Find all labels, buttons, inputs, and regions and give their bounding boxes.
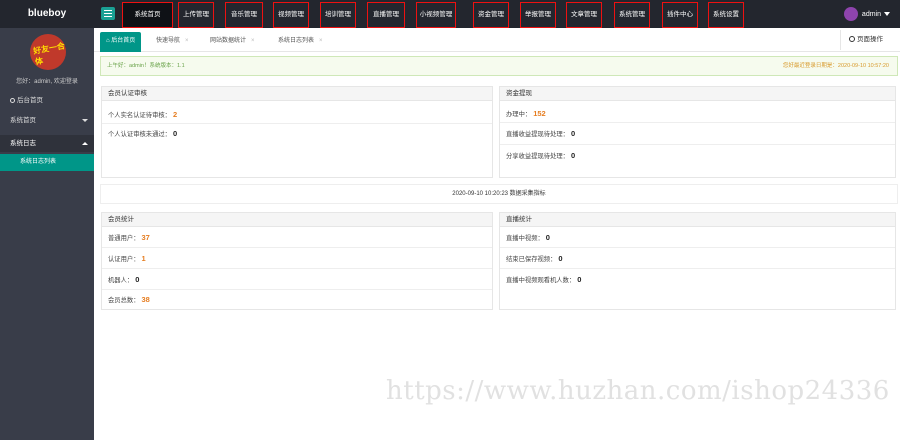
row-value: 0 — [558, 254, 563, 263]
row-value: 2 — [172, 110, 178, 119]
nav-item-system-manage[interactable]: 系统管理 — [614, 2, 650, 28]
close-icon[interactable]: × — [319, 38, 323, 44]
nav-item-system-home[interactable]: 系统首页 — [122, 2, 173, 28]
row-label: 办理中： — [506, 111, 532, 118]
row-label: 直播中视频： — [506, 235, 544, 242]
list-item: 会员总数： 38 — [102, 290, 492, 310]
menu-toggle-icon[interactable] — [101, 7, 115, 20]
row-value: 0 — [545, 233, 550, 242]
row-value: 37 — [141, 233, 150, 242]
row-value: 0 — [570, 151, 576, 160]
home-icon — [10, 97, 15, 103]
nav-item-live[interactable]: 直播管理 — [367, 2, 405, 28]
admin-dashboard: blueboy 系统首页 上传管理 音乐管理 视频管理 培训管理 直播管理 小视… — [0, 0, 900, 440]
list-item: 机器人： 0 — [102, 269, 492, 290]
row-label: 会员总数： — [108, 297, 140, 304]
chevron-down-icon — [82, 119, 88, 122]
tab-admin-home[interactable]: ⌂ 后台首页 — [100, 32, 142, 52]
list-item: 办理中： 152 — [500, 104, 895, 123]
sidebar-item-home[interactable]: 后台首页 — [0, 92, 94, 109]
circle-dot-icon — [849, 36, 855, 43]
sidebar-subitem-system-log-list[interactable]: 系统日志列表 — [0, 154, 94, 171]
panel-title: 直播统计 — [500, 213, 895, 227]
nav-item-video[interactable]: 视频管理 — [273, 2, 309, 28]
panel-member-verify: 会员认证审核 个人实名认证待审核： 2 个人认证审核未通过： 0 — [101, 86, 493, 178]
list-item: 直播收益提现待处理： 0 — [500, 123, 895, 145]
list-item: 直播中视频： 0 — [500, 227, 895, 248]
row-label: 普通用户： — [108, 235, 140, 242]
row-value: 152 — [533, 109, 546, 118]
tab-bar: ⌂ 后台首页 快速导航 × 网站数据统计 × 系统日志列表 × 页面操作 — [94, 28, 900, 52]
sidebar: 好友一合体 您好：admin, 欢迎登录 后台首页 系统首页 系统日志 系统日志… — [0, 28, 94, 440]
sidebar-item-system-log[interactable]: 系统日志 — [0, 135, 94, 152]
row-label: 结束已保存视频： — [506, 256, 557, 263]
nav-item-short-video[interactable]: 小视频管理 — [416, 2, 456, 28]
sidebar-item-label: 系统首页 — [10, 117, 36, 124]
list-item: 分享收益提现待处理： 0 — [500, 145, 895, 167]
close-icon[interactable]: × — [185, 38, 189, 44]
tab-site-stats[interactable]: 网站数据统计 × — [210, 32, 255, 52]
panel-title: 会员认证审核 — [102, 87, 492, 101]
list-item: 结束已保存视频： 0 — [500, 248, 895, 269]
brand-logo[interactable]: blueboy — [0, 0, 94, 28]
list-item: 个人认证审核未通过： 0 — [102, 124, 492, 143]
sidebar-item-system-home[interactable]: 系统首页 — [0, 112, 94, 129]
nav-item-upload[interactable]: 上传管理 — [178, 2, 214, 28]
close-icon[interactable]: × — [251, 38, 255, 44]
row-label: 直播中视频观看机人数： — [506, 277, 576, 284]
tab-label: 快速导航 — [156, 38, 181, 44]
row-value: 0 — [570, 129, 576, 138]
sidebar-item-label: 系统日志 — [10, 140, 36, 147]
tab-label: 系统日志列表 — [278, 38, 315, 44]
nav-item-music[interactable]: 音乐管理 — [225, 2, 263, 28]
chevron-up-icon — [82, 142, 88, 145]
row-value: 0 — [577, 275, 582, 284]
panel-live-stats: 直播统计 直播中视频： 0 结束已保存视频： 0 直播中视频观看机人数： 0 — [499, 212, 896, 310]
watermark: https://www.huzhan.com/ishop24336 — [386, 376, 890, 406]
greeting-text: 上午好：admin！系统版本：1.1 — [107, 63, 185, 69]
tab-quick-nav[interactable]: 快速导航 × — [156, 32, 189, 52]
page-operations-dropdown[interactable]: 页面操作 — [840, 30, 900, 50]
avatar-logo-text: 好友一合体 — [32, 41, 66, 67]
top-navigation-bar: blueboy 系统首页 上传管理 音乐管理 视频管理 培训管理 直播管理 小视… — [0, 0, 900, 28]
nav-item-training[interactable]: 培训管理 — [320, 2, 356, 28]
panel-title: 资金提现 — [500, 87, 895, 101]
last-login-text: 您好最近登录日期是：2020-09-10 10:57:20 — [782, 63, 889, 69]
sidebar-avatar: 好友一合体 — [30, 34, 66, 70]
tab-system-log-list[interactable]: 系统日志列表 × — [278, 32, 323, 52]
list-item: 认证用户： 1 — [102, 248, 492, 269]
greeting-alert: 上午好：admin！系统版本：1.1 您好最近登录日期是：2020-09-10 … — [100, 56, 898, 76]
row-value: 38 — [141, 295, 150, 304]
nav-item-settings[interactable]: 系统设置 — [708, 2, 744, 28]
data-timestamp: 2020-09-10 10:20:23 数据采集指标 — [100, 184, 898, 204]
page-op-label: 页面操作 — [857, 36, 883, 43]
sidebar-item-label: 后台首页 — [17, 97, 43, 104]
row-label: 认证用户： — [108, 256, 140, 263]
panel-member-stats: 会员统计 普通用户： 37 认证用户： 1 机器人： 0 会员总数： 38 — [101, 212, 493, 310]
user-menu[interactable]: admin — [843, 0, 890, 28]
avatar — [843, 7, 858, 21]
list-item: 普通用户： 37 — [102, 227, 492, 248]
row-label: 个人实名认证待审核： — [108, 112, 171, 119]
nav-item-reports[interactable]: 举报管理 — [520, 2, 556, 28]
row-value: 1 — [141, 254, 146, 263]
row-value: 0 — [172, 129, 178, 138]
list-item: 直播中视频观看机人数： 0 — [500, 269, 895, 290]
row-value: 0 — [135, 275, 140, 284]
row-label: 机器人： — [108, 277, 134, 284]
nav-item-articles[interactable]: 文章管理 — [566, 2, 602, 28]
tab-label: 后台首页 — [111, 38, 136, 44]
row-label: 直播收益提现待处理： — [506, 131, 569, 138]
row-label: 个人认证审核未通过： — [108, 131, 171, 138]
welcome-text: 您好：admin, 欢迎登录 — [16, 79, 78, 85]
chevron-down-icon — [884, 12, 890, 16]
panel-title: 会员统计 — [102, 213, 492, 227]
nav-item-funds[interactable]: 资金管理 — [473, 2, 509, 28]
panel-finance: 资金提现 办理中： 152 直播收益提现待处理： 0 分享收益提现待处理： 0 — [499, 86, 896, 178]
list-item: 个人实名认证待审核： 2 — [102, 105, 492, 124]
user-name: admin — [861, 10, 881, 18]
row-label: 分享收益提现待处理： — [506, 153, 569, 160]
nav-item-plugins[interactable]: 插件中心 — [662, 2, 698, 28]
tab-label: 网站数据统计 — [210, 38, 247, 44]
